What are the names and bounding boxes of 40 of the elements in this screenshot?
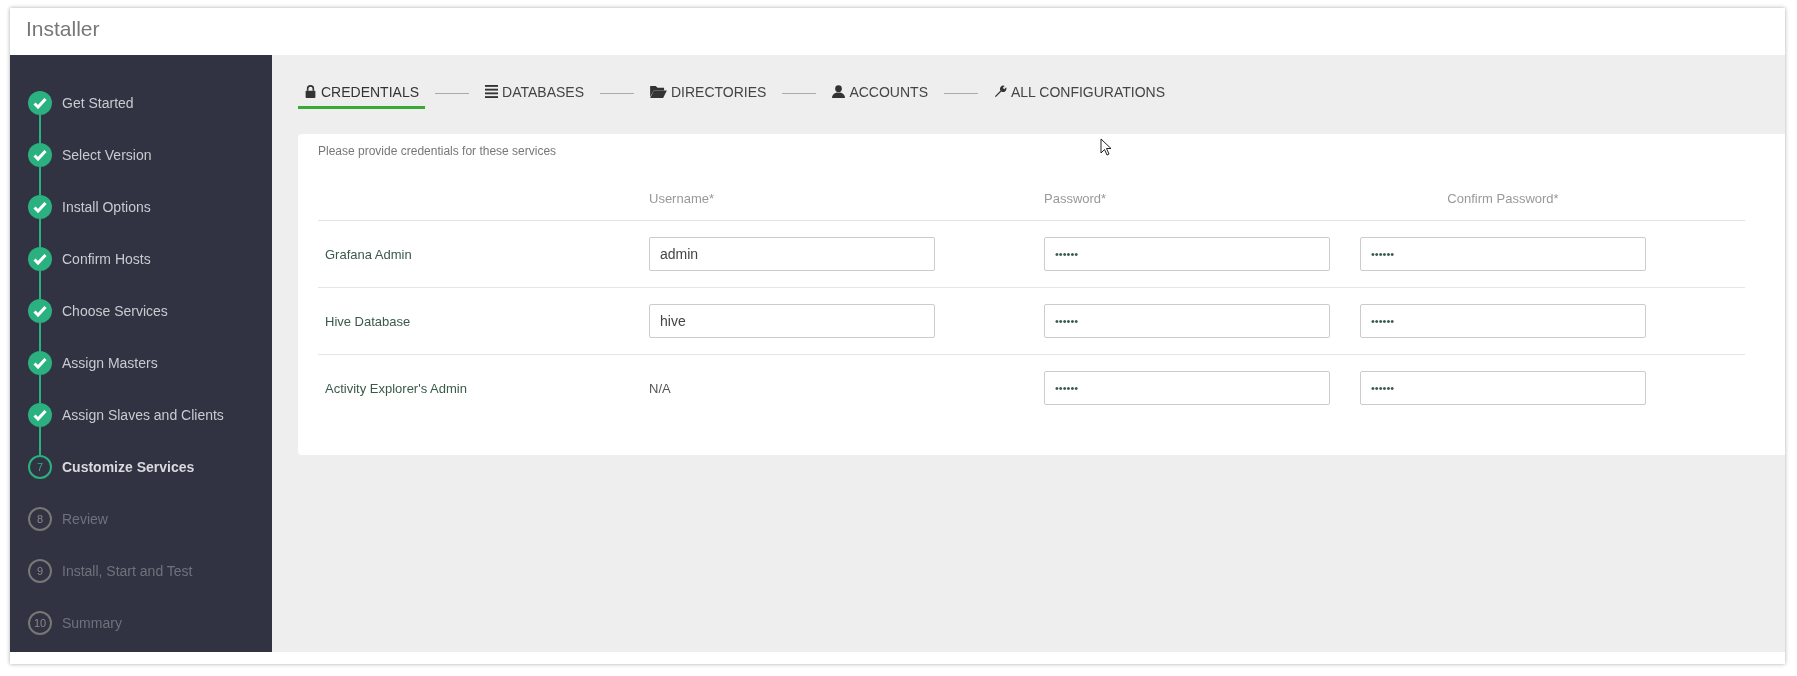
step-label[interactable]: Get Started (62, 95, 134, 111)
password-field[interactable]: •••••• (1044, 237, 1330, 271)
confirm-password-field[interactable]: •••••• (1360, 304, 1646, 338)
step-number: 8 (28, 507, 52, 531)
intro-text: Please provide credentials for these services (318, 144, 557, 158)
wrench-icon (994, 85, 1007, 98)
step-number: 7 (28, 455, 52, 479)
step-label[interactable]: Confirm Hosts (62, 251, 151, 267)
folder-icon (650, 85, 667, 98)
username-field[interactable]: admin (649, 237, 935, 271)
step-label[interactable]: Customize Services (62, 459, 195, 475)
tab[interactable]: ALL CONFIGURATIONS (988, 77, 1171, 109)
column-header: Username* (649, 190, 716, 206)
username-text: N/A (649, 380, 672, 396)
step-label[interactable]: Assign Slaves and Clients (62, 407, 224, 423)
password-field[interactable]: •••••• (1044, 371, 1330, 405)
tab[interactable]: CREDENTIALS (298, 77, 426, 109)
tab[interactable]: DATABASES (479, 77, 590, 109)
mouse-cursor-icon (1100, 138, 1112, 156)
column-header: Password* (1044, 190, 1108, 206)
username-field[interactable]: hive (649, 304, 935, 338)
step-label[interactable]: Assign Masters (62, 355, 158, 371)
column-header: Confirm Password* (1446, 190, 1560, 206)
tab[interactable]: ACCOUNTS (826, 77, 934, 109)
service-name: Grafana Admin (324, 246, 413, 262)
step-label[interactable]: Choose Services (62, 303, 168, 319)
lock-icon (304, 85, 317, 98)
window-title: Installer (26, 17, 100, 41)
list-icon (485, 85, 499, 98)
service-name: Activity Explorer's Admin (324, 380, 468, 396)
step-label[interactable]: Install Options (62, 199, 151, 215)
password-field[interactable]: •••••• (1044, 304, 1330, 338)
step-label[interactable]: Select Version (62, 147, 152, 163)
user-icon (832, 85, 846, 98)
confirm-password-field[interactable]: •••••• (1360, 237, 1646, 271)
service-name: Hive Database (324, 313, 412, 329)
step-number: 9 (28, 559, 52, 583)
step-number: 10 (28, 611, 52, 635)
tab[interactable]: DIRECTORIES (644, 77, 773, 109)
confirm-password-field[interactable]: •••••• (1360, 371, 1646, 405)
